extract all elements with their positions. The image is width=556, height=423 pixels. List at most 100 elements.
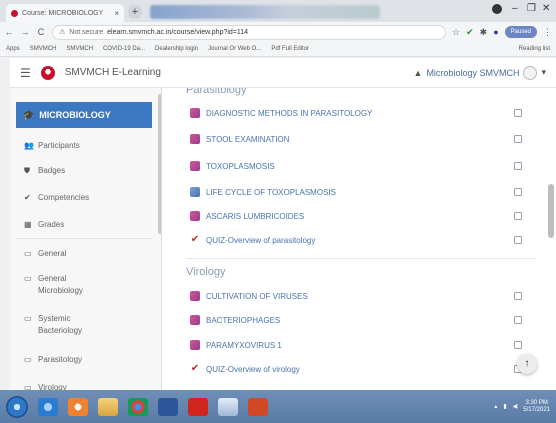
notification-icon[interactable]: ▲: [414, 68, 423, 78]
bookmark-pdf-editor[interactable]: Pdf Full Editor: [271, 46, 309, 52]
hamburger-menu-icon[interactable]: ☰: [20, 66, 31, 80]
sidebar-item-grades[interactable]: ▦ Grades: [16, 219, 152, 231]
sidebar-item-virology[interactable]: ▭ Virology: [16, 382, 152, 390]
sidebar-item-label: Systemic Bacteriology: [38, 314, 83, 335]
sidebar-item-badges[interactable]: ⛊ Badges: [16, 165, 152, 177]
completion-checkbox[interactable]: [514, 292, 522, 300]
sidebar-item-systemic-bacteriology[interactable]: ▭ Systemic Bacteriology: [16, 313, 152, 337]
powerpoint-icon[interactable]: [248, 397, 268, 416]
activity-link[interactable]: QUIZ-Overview of parasitology: [206, 236, 508, 245]
completion-checkbox[interactable]: [514, 316, 522, 324]
media-player-icon[interactable]: [68, 397, 88, 416]
puzzle-icon[interactable]: ✱: [480, 27, 488, 38]
completion-checkbox[interactable]: [514, 341, 522, 349]
user-menu[interactable]: ▲ Microbiology SMVMCH ▾: [414, 65, 546, 80]
new-tab-button[interactable]: +: [128, 5, 142, 19]
bookmark-dealership[interactable]: Dealership login: [155, 46, 198, 52]
activity-row[interactable]: ASCARIS LUMBRICOIDES: [190, 208, 530, 224]
quiz-icon: ✔: [190, 363, 200, 374]
activity-link[interactable]: CULTIVATION OF VIRUSES: [206, 292, 508, 301]
activity-row[interactable]: PARAMYXOVIRUS 1: [190, 337, 530, 353]
sidebar-item-label: Badges: [38, 166, 66, 175]
activity-row[interactable]: LIFE CYCLE OF TOXOPLASMOSIS: [190, 184, 530, 200]
activity-link[interactable]: STOOL EXAMINATION: [206, 135, 508, 144]
site-logo-icon[interactable]: [40, 65, 55, 80]
reload-icon[interactable]: C: [36, 27, 46, 37]
page-icon: [190, 315, 200, 325]
file-explorer-icon[interactable]: [98, 397, 118, 416]
bookmark-journal[interactable]: Journal Or Web O...: [208, 46, 261, 52]
quiz-icon: ✔: [190, 234, 200, 245]
sidebar-item-parasitology[interactable]: ▭ Parasitology: [16, 354, 152, 366]
acrobat-icon[interactable]: [188, 397, 208, 416]
minimize-icon[interactable]: –: [512, 3, 518, 14]
completion-checkbox[interactable]: [514, 236, 522, 244]
activity-link[interactable]: TOXOPLASMOSIS: [206, 162, 508, 171]
browser-tab[interactable]: Course: MICROBIOLOGY ×: [6, 4, 124, 22]
maximize-icon[interactable]: ❐: [527, 3, 536, 14]
back-to-top-button[interactable]: ↑: [517, 354, 537, 374]
section-title-virology: Virology: [186, 266, 226, 278]
site-header: ☰ SMVMCH E-Learning ▲ Microbiology SMVMC…: [10, 58, 556, 88]
activity-row[interactable]: ✔ QUIZ-Overview of parasitology: [190, 232, 530, 248]
close-window-icon[interactable]: ✕: [542, 3, 550, 14]
chevron-down-icon: ▾: [541, 67, 546, 77]
bookmark-smvmch-2[interactable]: SMVMCH: [66, 46, 93, 52]
activity-link[interactable]: QUIZ-Overview of virology: [206, 365, 508, 374]
reading-list-button[interactable]: Reading list: [519, 46, 550, 52]
word-icon[interactable]: [158, 397, 178, 416]
bookmark-smvmch-1[interactable]: SMVMCH: [30, 46, 57, 52]
chrome-icon[interactable]: [128, 397, 148, 416]
url-input[interactable]: ⚠ Not secure elearn.smvmch.ac.in/course/…: [52, 24, 447, 40]
activity-row[interactable]: BACTERIOPHAGES: [190, 312, 530, 328]
completion-checkbox[interactable]: [514, 135, 522, 143]
activity-link[interactable]: BACTERIOPHAGES: [206, 316, 508, 325]
other-tabs[interactable]: [150, 5, 380, 19]
table-icon: ▦: [24, 220, 32, 229]
tray-arrow-icon[interactable]: ▴: [494, 403, 497, 410]
account-icon[interactable]: ●: [493, 27, 498, 37]
activity-row[interactable]: TOXOPLASMOSIS: [190, 158, 530, 174]
site-name[interactable]: SMVMCH E-Learning: [65, 67, 161, 78]
page-icon: [190, 134, 200, 144]
start-button-icon[interactable]: [6, 395, 28, 418]
volume-icon[interactable]: ◀: [513, 403, 518, 410]
activity-link[interactable]: PARAMYXOVIRUS 1: [206, 341, 508, 350]
sidebar-item-general-microbiology[interactable]: ▭ General Microbiology: [16, 273, 152, 297]
completion-checkbox[interactable]: [514, 109, 522, 117]
close-tab-icon[interactable]: ×: [114, 9, 119, 18]
activity-row[interactable]: CULTIVATION OF VIRUSES: [190, 288, 530, 304]
sidebar-item-general[interactable]: ▭ General: [16, 248, 152, 260]
completion-checkbox[interactable]: [514, 212, 522, 220]
taskbar: ▴ ▮ ◀ 3:30 PM 5/17/2021: [0, 390, 556, 423]
activity-link[interactable]: ASCARIS LUMBRICOIDES: [206, 212, 508, 221]
sidebar-item-competencies[interactable]: ✔ Competencies: [16, 192, 152, 204]
clock[interactable]: 3:30 PM 5/17/2021: [523, 400, 550, 414]
bookmark-apps[interactable]: Apps: [6, 46, 20, 52]
tab-title: Course: MICROBIOLOGY: [22, 9, 104, 17]
activity-link[interactable]: DIAGNOSTIC METHODS IN PARASITOLOGY: [206, 109, 508, 118]
sidebar-item-participants[interactable]: 👥 Participants: [16, 140, 152, 152]
url-text: elearn.smvmch.ac.in/course/view.php?id=1…: [107, 28, 249, 36]
activity-row[interactable]: DIAGNOSTIC METHODS IN PARASITOLOGY: [190, 105, 530, 121]
profile-icon[interactable]: [492, 4, 502, 14]
completion-checkbox[interactable]: [514, 188, 522, 196]
sidebar-item-microbiology[interactable]: 🎓 MICROBIOLOGY: [16, 102, 152, 128]
window-thumbnail-icon[interactable]: [218, 397, 238, 416]
ie-icon[interactable]: [38, 397, 58, 416]
paused-button[interactable]: Paused: [504, 26, 537, 38]
completion-checkbox[interactable]: [514, 162, 522, 170]
network-icon[interactable]: ▮: [503, 403, 506, 410]
forward-icon[interactable]: →: [20, 27, 30, 37]
page-icon: [190, 291, 200, 301]
section-divider: [186, 258, 536, 259]
activity-row[interactable]: ✔ QUIZ-Overview of virology: [190, 361, 530, 377]
bookmark-covid[interactable]: COVID-19 Da...: [103, 46, 145, 52]
page-scrollbar[interactable]: [548, 184, 554, 238]
extension-check-icon[interactable]: ✔: [466, 27, 474, 38]
more-menu-icon[interactable]: ⋮: [543, 27, 552, 38]
star-icon[interactable]: ☆: [452, 27, 460, 38]
activity-link[interactable]: LIFE CYCLE OF TOXOPLASMOSIS: [206, 188, 508, 197]
activity-row[interactable]: STOOL EXAMINATION: [190, 131, 530, 147]
back-icon[interactable]: ←: [4, 27, 14, 37]
